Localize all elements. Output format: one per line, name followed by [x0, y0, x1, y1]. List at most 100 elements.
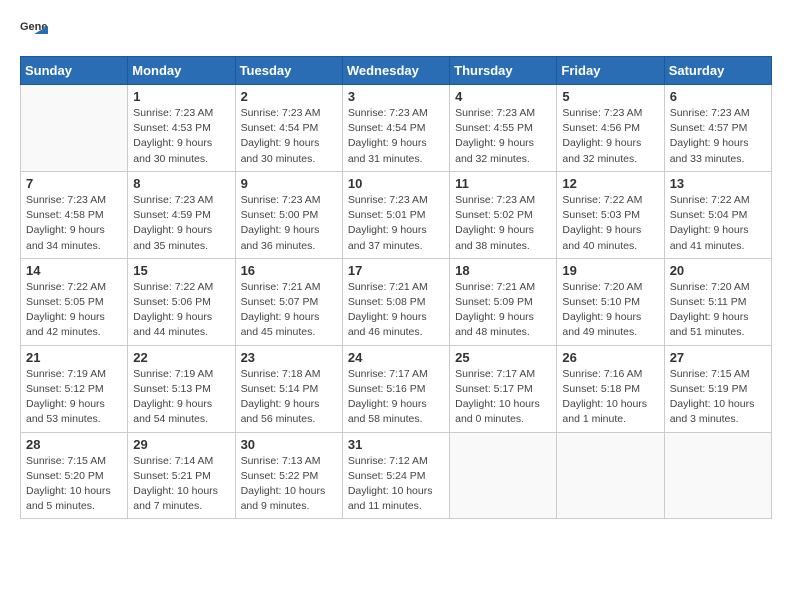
day-number: 29 — [133, 437, 229, 452]
calendar-cell: 10 Sunrise: 7:23 AM Sunset: 5:01 PM Dayli… — [342, 171, 449, 258]
calendar-cell: 9 Sunrise: 7:23 AM Sunset: 5:00 PM Daylig… — [235, 171, 342, 258]
day-number: 19 — [562, 263, 658, 278]
calendar-cell: 13 Sunrise: 7:22 AM Sunset: 5:04 PM Dayli… — [664, 171, 771, 258]
day-info: Sunrise: 7:23 AM Sunset: 5:01 PM Dayligh… — [348, 193, 444, 254]
week-row-1: 1 Sunrise: 7:23 AM Sunset: 4:53 PM Daylig… — [21, 85, 772, 172]
calendar-cell: 6 Sunrise: 7:23 AM Sunset: 4:57 PM Daylig… — [664, 85, 771, 172]
calendar-table: SundayMondayTuesdayWednesdayThursdayFrid… — [20, 56, 772, 519]
day-number: 12 — [562, 176, 658, 191]
calendar-cell: 14 Sunrise: 7:22 AM Sunset: 5:05 PM Dayli… — [21, 258, 128, 345]
calendar-cell: 11 Sunrise: 7:23 AM Sunset: 5:02 PM Dayli… — [450, 171, 557, 258]
day-number: 16 — [241, 263, 337, 278]
header-day-tuesday: Tuesday — [235, 57, 342, 85]
day-info: Sunrise: 7:12 AM Sunset: 5:24 PM Dayligh… — [348, 454, 444, 515]
week-row-3: 14 Sunrise: 7:22 AM Sunset: 5:05 PM Dayli… — [21, 258, 772, 345]
week-row-5: 28 Sunrise: 7:15 AM Sunset: 5:20 PM Dayli… — [21, 432, 772, 519]
day-info: Sunrise: 7:21 AM Sunset: 5:08 PM Dayligh… — [348, 280, 444, 341]
day-info: Sunrise: 7:23 AM Sunset: 4:54 PM Dayligh… — [241, 106, 337, 167]
calendar-cell: 29 Sunrise: 7:14 AM Sunset: 5:21 PM Dayli… — [128, 432, 235, 519]
day-info: Sunrise: 7:23 AM Sunset: 4:54 PM Dayligh… — [348, 106, 444, 167]
day-info: Sunrise: 7:17 AM Sunset: 5:16 PM Dayligh… — [348, 367, 444, 428]
day-number: 3 — [348, 89, 444, 104]
day-number: 9 — [241, 176, 337, 191]
day-number: 21 — [26, 350, 122, 365]
header-day-friday: Friday — [557, 57, 664, 85]
day-number: 11 — [455, 176, 551, 191]
calendar-cell: 2 Sunrise: 7:23 AM Sunset: 4:54 PM Daylig… — [235, 85, 342, 172]
day-info: Sunrise: 7:23 AM Sunset: 4:57 PM Dayligh… — [670, 106, 766, 167]
calendar-cell: 1 Sunrise: 7:23 AM Sunset: 4:53 PM Daylig… — [128, 85, 235, 172]
day-info: Sunrise: 7:22 AM Sunset: 5:06 PM Dayligh… — [133, 280, 229, 341]
day-info: Sunrise: 7:20 AM Sunset: 5:11 PM Dayligh… — [670, 280, 766, 341]
calendar-cell: 8 Sunrise: 7:23 AM Sunset: 4:59 PM Daylig… — [128, 171, 235, 258]
day-number: 24 — [348, 350, 444, 365]
day-number: 1 — [133, 89, 229, 104]
day-info: Sunrise: 7:19 AM Sunset: 5:13 PM Dayligh… — [133, 367, 229, 428]
header-day-saturday: Saturday — [664, 57, 771, 85]
day-number: 22 — [133, 350, 229, 365]
day-number: 5 — [562, 89, 658, 104]
day-info: Sunrise: 7:23 AM Sunset: 4:56 PM Dayligh… — [562, 106, 658, 167]
day-info: Sunrise: 7:23 AM Sunset: 4:55 PM Dayligh… — [455, 106, 551, 167]
day-number: 18 — [455, 263, 551, 278]
calendar-cell: 18 Sunrise: 7:21 AM Sunset: 5:09 PM Dayli… — [450, 258, 557, 345]
day-info: Sunrise: 7:21 AM Sunset: 5:09 PM Dayligh… — [455, 280, 551, 341]
day-number: 6 — [670, 89, 766, 104]
day-info: Sunrise: 7:21 AM Sunset: 5:07 PM Dayligh… — [241, 280, 337, 341]
day-info: Sunrise: 7:14 AM Sunset: 5:21 PM Dayligh… — [133, 454, 229, 515]
calendar-cell: 25Sunrise: 7:17 AM Sunset: 5:17 PM Dayli… — [450, 345, 557, 432]
calendar-cell: 19Sunrise: 7:20 AM Sunset: 5:10 PM Dayli… — [557, 258, 664, 345]
calendar-cell: 3 Sunrise: 7:23 AM Sunset: 4:54 PM Daylig… — [342, 85, 449, 172]
week-row-2: 7Sunrise: 7:23 AM Sunset: 4:58 PM Daylig… — [21, 171, 772, 258]
day-info: Sunrise: 7:23 AM Sunset: 5:02 PM Dayligh… — [455, 193, 551, 254]
day-number: 17 — [348, 263, 444, 278]
day-number: 23 — [241, 350, 337, 365]
day-info: Sunrise: 7:16 AM Sunset: 5:18 PM Dayligh… — [562, 367, 658, 428]
day-number: 31 — [348, 437, 444, 452]
day-number: 30 — [241, 437, 337, 452]
day-number: 4 — [455, 89, 551, 104]
calendar-cell: 24 Sunrise: 7:17 AM Sunset: 5:16 PM Dayli… — [342, 345, 449, 432]
day-number: 14 — [26, 263, 122, 278]
day-number: 2 — [241, 89, 337, 104]
day-info: Sunrise: 7:23 AM Sunset: 4:58 PM Dayligh… — [26, 193, 122, 254]
day-number: 8 — [133, 176, 229, 191]
logo-icon: General — [20, 16, 48, 44]
calendar-cell: 7Sunrise: 7:23 AM Sunset: 4:58 PM Daylig… — [21, 171, 128, 258]
calendar-cell: 20Sunrise: 7:20 AM Sunset: 5:11 PM Dayli… — [664, 258, 771, 345]
day-info: Sunrise: 7:23 AM Sunset: 4:53 PM Dayligh… — [133, 106, 229, 167]
calendar-cell — [21, 85, 128, 172]
calendar-cell: 27Sunrise: 7:15 AM Sunset: 5:19 PM Dayli… — [664, 345, 771, 432]
calendar-cell — [664, 432, 771, 519]
logo: General — [20, 16, 52, 44]
day-info: Sunrise: 7:17 AM Sunset: 5:17 PM Dayligh… — [455, 367, 551, 428]
calendar-cell — [557, 432, 664, 519]
day-info: Sunrise: 7:22 AM Sunset: 5:05 PM Dayligh… — [26, 280, 122, 341]
day-number: 10 — [348, 176, 444, 191]
day-number: 13 — [670, 176, 766, 191]
calendar-cell: 30 Sunrise: 7:13 AM Sunset: 5:22 PM Dayli… — [235, 432, 342, 519]
header-row: SundayMondayTuesdayWednesdayThursdayFrid… — [21, 57, 772, 85]
day-number: 26 — [562, 350, 658, 365]
calendar-cell: 4 Sunrise: 7:23 AM Sunset: 4:55 PM Daylig… — [450, 85, 557, 172]
day-info: Sunrise: 7:18 AM Sunset: 5:14 PM Dayligh… — [241, 367, 337, 428]
header-day-thursday: Thursday — [450, 57, 557, 85]
day-info: Sunrise: 7:22 AM Sunset: 5:03 PM Dayligh… — [562, 193, 658, 254]
calendar-cell: 22 Sunrise: 7:19 AM Sunset: 5:13 PM Dayli… — [128, 345, 235, 432]
calendar-cell: 23 Sunrise: 7:18 AM Sunset: 5:14 PM Dayli… — [235, 345, 342, 432]
day-info: Sunrise: 7:22 AM Sunset: 5:04 PM Dayligh… — [670, 193, 766, 254]
calendar-cell: 15Sunrise: 7:22 AM Sunset: 5:06 PM Dayli… — [128, 258, 235, 345]
header-day-wednesday: Wednesday — [342, 57, 449, 85]
calendar-cell: 17 Sunrise: 7:21 AM Sunset: 5:08 PM Dayli… — [342, 258, 449, 345]
day-info: Sunrise: 7:23 AM Sunset: 5:00 PM Dayligh… — [241, 193, 337, 254]
day-info: Sunrise: 7:13 AM Sunset: 5:22 PM Dayligh… — [241, 454, 337, 515]
day-info: Sunrise: 7:15 AM Sunset: 5:20 PM Dayligh… — [26, 454, 122, 515]
calendar-cell: 31 Sunrise: 7:12 AM Sunset: 5:24 PM Dayli… — [342, 432, 449, 519]
day-number: 28 — [26, 437, 122, 452]
header-day-monday: Monday — [128, 57, 235, 85]
calendar-cell: 5 Sunrise: 7:23 AM Sunset: 4:56 PM Daylig… — [557, 85, 664, 172]
header: General — [20, 16, 772, 44]
day-info: Sunrise: 7:23 AM Sunset: 4:59 PM Dayligh… — [133, 193, 229, 254]
day-info: Sunrise: 7:15 AM Sunset: 5:19 PM Dayligh… — [670, 367, 766, 428]
calendar-cell: 12 Sunrise: 7:22 AM Sunset: 5:03 PM Dayli… — [557, 171, 664, 258]
